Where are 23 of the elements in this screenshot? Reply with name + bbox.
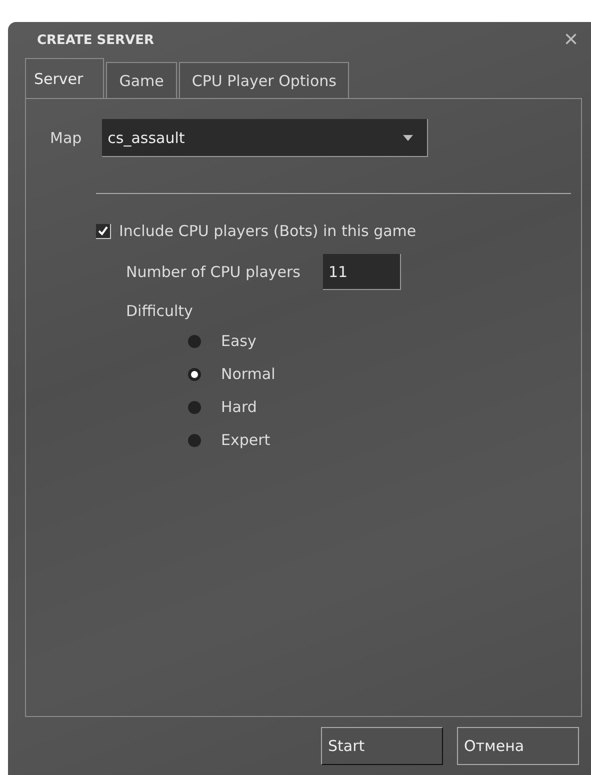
- radio-button[interactable]: [188, 334, 201, 348]
- dialog-button[interactable]: Start: [321, 727, 443, 765]
- radio-label: Expert: [221, 431, 270, 449]
- radio-label: Easy: [221, 332, 256, 350]
- tab[interactable]: CPU Player Options: [178, 62, 350, 98]
- tab[interactable]: Game: [106, 62, 177, 98]
- map-dropdown[interactable]: cs_assault: [102, 119, 428, 157]
- difficulty-label: Difficulty: [126, 302, 194, 320]
- close-button[interactable]: ×: [560, 28, 582, 52]
- radio-button[interactable]: [188, 434, 201, 446]
- map-label: Map: [50, 129, 82, 147]
- radio-button[interactable]: [188, 400, 201, 414]
- dialog-button[interactable]: Отмена: [457, 727, 579, 765]
- count-label: Number of CPU players: [126, 263, 300, 281]
- radio-label: Hard: [221, 398, 257, 416]
- window-title: CREATE SERVER: [37, 32, 154, 48]
- checkbox-label: Include CPU players (Bots) in this game: [119, 222, 416, 240]
- radio-label: Normal: [221, 365, 276, 383]
- tab[interactable]: Server: [25, 58, 104, 98]
- radio-button[interactable]: [188, 368, 201, 380]
- checkbox[interactable]: [96, 224, 111, 238]
- count-field[interactable]: 11: [322, 254, 400, 290]
- caret-icon: [402, 134, 413, 140]
